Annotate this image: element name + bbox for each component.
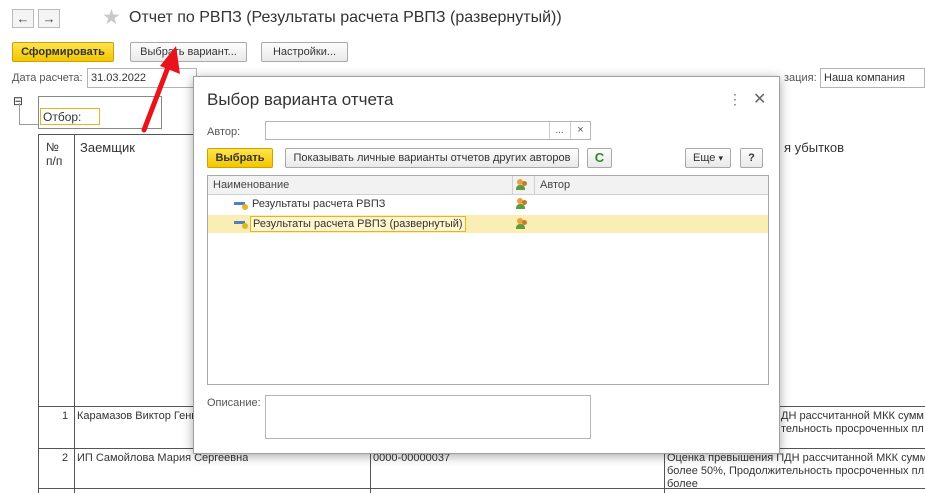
author-field[interactable] <box>265 121 591 140</box>
grid-line <box>38 134 193 135</box>
col-name-header[interactable]: Наименование <box>213 179 289 191</box>
col-num-header-1: № <box>46 140 59 154</box>
variant-row-selected[interactable]: Результаты расчета РВПЗ (развернутый) <box>208 215 768 233</box>
group-line-h <box>19 124 39 125</box>
settings-button[interactable]: Настройки... <box>261 42 348 62</box>
forward-button[interactable]: → <box>38 9 60 28</box>
row2-num: 2 <box>62 452 69 464</box>
col-losses-header: я убытков <box>784 140 845 155</box>
more-button[interactable]: Еще ▾ <box>685 148 731 168</box>
author-icon <box>516 198 528 210</box>
close-icon[interactable]: ✕ <box>753 89 766 109</box>
back-button[interactable]: ← <box>12 9 34 28</box>
filter-label: Отбор: <box>43 110 82 124</box>
author-icon <box>516 179 528 191</box>
chevron-down-icon: ▾ <box>718 153 723 163</box>
row1-note-1: ДН рассчитанной МКК сумм <box>781 410 924 422</box>
grid-line <box>74 134 75 493</box>
variant-row[interactable]: Результаты расчета РВПЗ <box>208 195 768 214</box>
variants-table-header: Наименование Автор <box>208 176 768 195</box>
page-title: Отчет по РВПЗ (Результаты расчета РВПЗ (… <box>129 9 562 26</box>
group-line <box>19 103 20 125</box>
more-label: Еще <box>693 152 716 164</box>
dialog-title: Выбор варианта отчета <box>207 90 394 109</box>
organization-field[interactable]: Наша компания <box>820 68 925 88</box>
favorite-star-icon[interactable]: ★ <box>102 6 121 30</box>
author-label: Автор: <box>207 126 241 138</box>
more-menu-icon[interactable]: ⋮ <box>728 91 742 108</box>
select-button[interactable]: Выбрать <box>207 148 273 168</box>
author-clear-button[interactable]: × <box>570 122 590 139</box>
report-variant-icon <box>234 200 248 210</box>
author-select-button[interactable]: ... <box>549 122 569 139</box>
grid-line <box>370 454 371 493</box>
help-button[interactable]: ? <box>740 148 763 168</box>
col-num-header-2: п/п <box>46 154 63 168</box>
description-label: Описание: <box>207 397 261 409</box>
row1-note-2: тельность просроченных пл <box>781 423 924 435</box>
col-borrower-header: Заемщик <box>80 140 135 155</box>
author-icon <box>516 218 528 230</box>
row1-num: 1 <box>62 410 69 422</box>
date-label: Дата расчета: <box>12 72 83 84</box>
refresh-icon[interactable]: C <box>587 148 612 168</box>
grid-line <box>664 454 665 493</box>
row2-note-2: более 50%, Продолжительность просроченны… <box>667 465 924 477</box>
organization-label: зация: <box>784 72 817 84</box>
row2-note-3: более <box>667 478 698 490</box>
variant-name: Результаты расчета РВПЗ <box>252 198 386 210</box>
grid-line <box>38 134 39 493</box>
col-author-header[interactable]: Автор <box>540 179 570 191</box>
column-divider <box>512 176 513 195</box>
column-divider <box>534 176 535 195</box>
variant-selection-dialog: Выбор варианта отчета ⋮ ✕ Автор: ... × В… <box>193 76 780 454</box>
variants-table: Наименование Автор Результаты расчета РВ… <box>207 175 769 385</box>
annotation-arrow-icon <box>141 46 180 133</box>
variant-name: Результаты расчета РВПЗ (развернутый) <box>250 216 466 232</box>
row1-borrower: Карамазов Виктор Генн <box>77 410 193 422</box>
generate-button[interactable]: Сформировать <box>12 42 114 62</box>
description-field[interactable] <box>265 395 591 439</box>
report-variant-icon <box>234 219 248 229</box>
show-others-variants-button[interactable]: Показывать личные варианты отчетов други… <box>285 148 579 168</box>
